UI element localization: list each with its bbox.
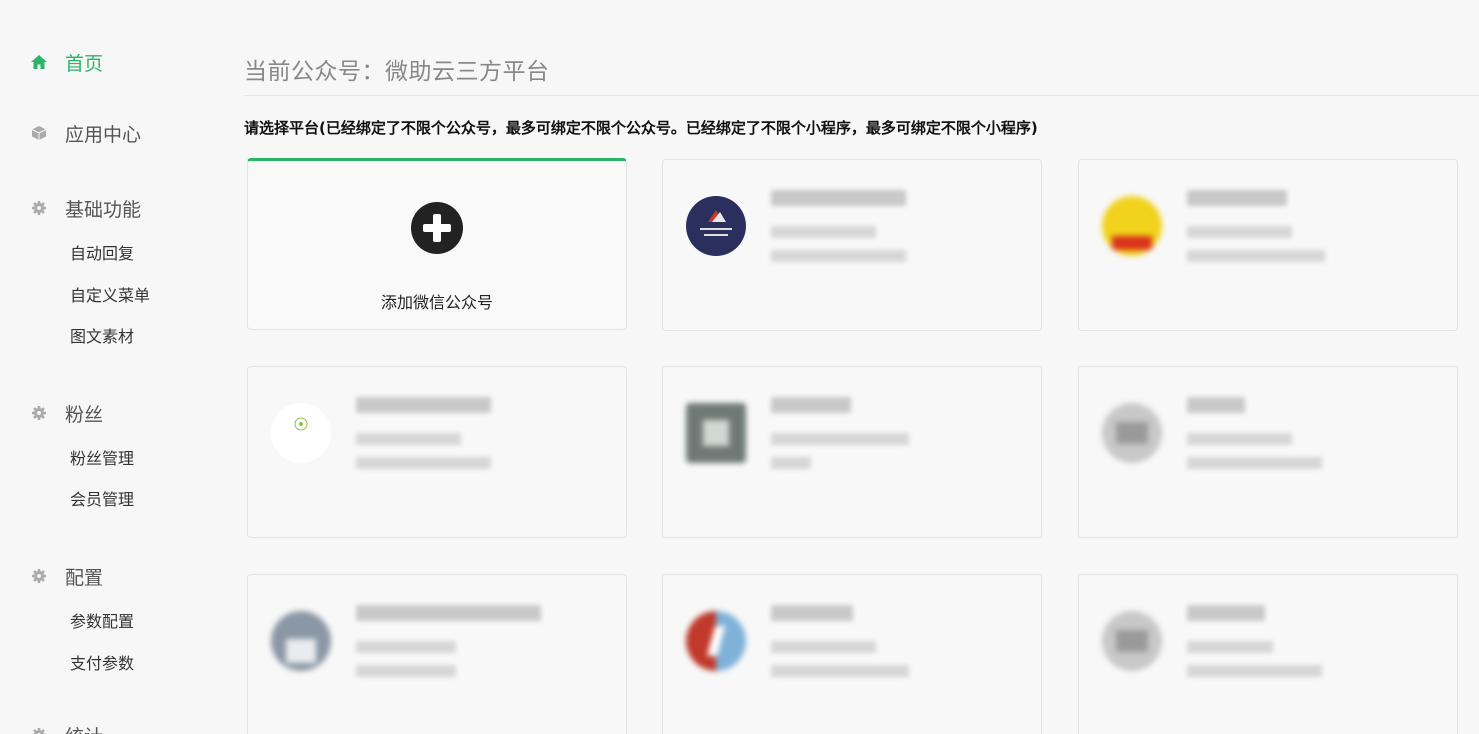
account-avatar [686,196,746,256]
account-info-redacted [771,457,811,469]
account-avatar [271,611,331,671]
nav-member-manage[interactable]: 会员管理 [0,489,134,511]
nav-basic[interactable]: 基础功能 [0,193,215,223]
gear-icon [30,567,48,585]
account-name-redacted [1187,605,1265,621]
account-name-redacted [771,397,851,413]
account-card[interactable] [662,366,1042,538]
account-card[interactable] [662,574,1042,734]
account-info-redacted [771,226,876,238]
nav-auto-reply[interactable]: 自动回复 [0,243,134,265]
nav-app-center[interactable]: 应用中心 [0,118,215,148]
nav-param-config[interactable]: 参数配置 [0,611,134,633]
logo-icon [706,626,726,656]
image-placeholder-icon [1116,422,1148,444]
account-avatar [1102,403,1162,463]
nav-fans-label: 粉丝 [65,403,104,426]
gear-icon [30,199,48,217]
nav-app-center-label: 应用中心 [65,123,142,146]
account-name-redacted [356,605,541,621]
account-avatar [1102,611,1162,671]
account-info-redacted [356,665,456,677]
account-info-redacted [771,433,909,445]
logo-icon [1112,236,1152,250]
account-avatar [271,403,331,463]
home-icon [30,53,48,71]
nav-custom-menu[interactable]: 自定义菜单 [0,285,150,307]
page-title: 当前公众号：微助云三方平台 [244,59,550,85]
account-info-redacted [356,641,456,653]
nav-group-stats: 统计 [0,720,215,734]
add-account-label: 添加微信公众号 [380,293,493,312]
account-info-redacted [1187,665,1322,677]
gear-icon [30,726,48,734]
nav-payment-params[interactable]: 支付参数 [0,653,134,675]
account-card[interactable] [247,366,627,538]
nav-media-library[interactable]: 图文素材 [0,326,134,348]
nav-basic-label: 基础功能 [65,198,142,221]
nav-fans-manage[interactable]: 粉丝管理 [0,448,134,470]
nav-config-label: 配置 [65,566,104,589]
nav-group-app-center: 应用中心 [0,118,215,148]
nav-stats-label: 统计 [65,722,103,734]
nav-group-fans: 粉丝 [0,398,215,428]
logo-icon [286,639,316,663]
account-name-redacted [1187,190,1287,206]
nav-group-config: 配置 [0,561,215,591]
plus-circle-icon [411,202,463,254]
account-info-redacted [1187,641,1273,653]
account-card[interactable] [1078,159,1458,331]
account-info-redacted [1187,433,1292,445]
logo-icon [703,420,729,446]
account-name-redacted [771,190,906,206]
account-name-redacted [771,605,853,621]
binding-notice: 请选择平台(已经绑定了不限个公众号，最多可绑定不限个公众号。已经绑定了不限个小程… [244,119,1038,137]
account-info-redacted [356,457,491,469]
image-placeholder-icon [1116,630,1148,652]
account-card[interactable] [662,159,1042,331]
account-avatar [1102,196,1162,256]
nav-fans[interactable]: 粉丝 [0,398,215,428]
account-info-redacted [771,250,906,262]
nav-stats[interactable]: 统计 [0,720,215,734]
account-card[interactable] [247,574,627,734]
main-content: 当前公众号：微助云三方平台 请选择平台(已经绑定了不限个公众号，最多可绑定不限个… [244,0,1479,734]
account-card[interactable] [1078,574,1458,734]
account-avatar [686,403,746,463]
account-name-redacted [356,397,491,413]
account-card[interactable] [1078,366,1458,538]
nav-home-label: 首页 [65,52,104,75]
nav-config[interactable]: 配置 [0,561,215,591]
account-name-redacted [1187,397,1245,413]
cube-icon [30,124,48,142]
logo-icon [700,210,732,236]
account-info-redacted [771,641,876,653]
account-info-redacted [1187,457,1322,469]
title-divider [244,95,1479,96]
nav-home[interactable]: 首页 [0,47,215,77]
nav-group-basic: 基础功能 [0,193,215,223]
gear-icon [30,404,48,422]
account-info-redacted [1187,226,1292,238]
add-account-card[interactable]: 添加微信公众号 [247,158,627,330]
sidebar: 首页 应用中心 基础功能 自动回复 自定义菜单 图文素材 粉丝 粉丝管理 会员管… [0,0,215,734]
logo-icon [294,417,308,431]
account-info-redacted [356,433,461,445]
account-info-redacted [1187,250,1325,262]
account-avatar [686,611,746,671]
account-info-redacted [771,665,909,677]
nav-group-home: 首页 [0,47,215,77]
